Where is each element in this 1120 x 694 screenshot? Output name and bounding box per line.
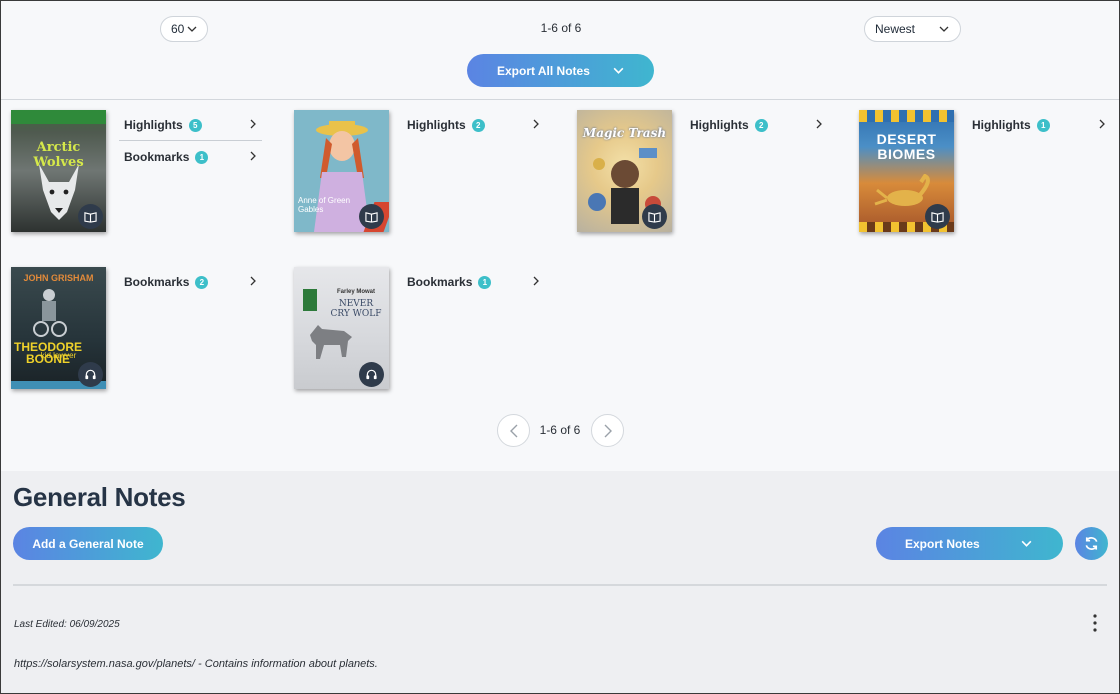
refresh-icon <box>1085 537 1098 550</box>
export-all-label: Export All Notes <box>497 63 590 78</box>
highlights-count: 5 <box>188 118 202 132</box>
highlights-count: 2 <box>471 118 485 132</box>
general-notes-title: General Notes <box>13 482 186 512</box>
add-general-note-button[interactable]: Add a General Note <box>13 527 163 560</box>
note-last-edited: Last Edited: 06/09/2025 <box>14 619 120 630</box>
highlights-label: Highlights <box>972 118 1031 132</box>
chevron-right-icon <box>250 276 256 286</box>
chevron-right-icon <box>250 151 256 161</box>
book-cover[interactable]: DESERT BIOMES <box>859 110 954 232</box>
cover-title: Magic Trash <box>582 126 667 140</box>
headphones-icon <box>359 362 384 387</box>
wolf-illustration <box>310 325 352 359</box>
bookmarks-label: Bookmarks <box>124 275 190 289</box>
book-cover[interactable]: Anne of Green Gables <box>294 110 389 232</box>
cover-title: DESERT BIOMES <box>876 131 937 162</box>
highlights-row[interactable]: Highlights 2 <box>690 112 828 138</box>
bookmarks-row[interactable]: Bookmarks 1 <box>407 269 545 295</box>
sort-value: Newest <box>875 22 916 36</box>
per-page-value: 60 <box>171 22 185 36</box>
refresh-button[interactable] <box>1075 527 1108 560</box>
divider <box>1 99 1119 100</box>
highlights-count: 1 <box>1036 118 1050 132</box>
chevron-down-icon <box>187 26 197 32</box>
chevron-down-icon <box>1021 540 1032 547</box>
cover-title: Arctic Wolves <box>33 140 84 170</box>
bookmarks-count: 1 <box>478 275 492 289</box>
chevron-left-icon <box>509 424 517 437</box>
divider <box>119 140 262 141</box>
cover-author: Farley Mowat <box>336 289 375 295</box>
cover-tagline: kid lawyer <box>40 351 77 360</box>
chevron-right-icon <box>533 276 539 286</box>
book-cover[interactable]: Farley Mowat NEVER CRY WOLF <box>294 267 389 389</box>
sort-select[interactable]: Newest <box>864 16 961 42</box>
more-vertical-icon[interactable] <box>1089 613 1101 633</box>
bookmarks-row[interactable]: Bookmarks 2 <box>124 269 262 295</box>
cover-title: Anne of Green Gables <box>298 196 351 214</box>
notes-page: 60 1-6 of 6 Newest Export All Notes Arct… <box>0 0 1120 694</box>
cover-title: NEVER CRY WOLF <box>330 299 382 319</box>
chevron-down-icon <box>939 26 949 32</box>
book-cover[interactable]: JOHN GRISHAM THEODORE BOONE kid lawyer <box>11 267 106 389</box>
add-note-label: Add a General Note <box>32 536 144 551</box>
bookmarks-count: 1 <box>195 150 209 164</box>
chevron-right-icon <box>816 119 822 129</box>
chevron-right-icon <box>604 424 612 437</box>
bookmarks-label: Bookmarks <box>407 275 473 289</box>
prev-page-button[interactable] <box>497 414 530 447</box>
open-book-icon <box>359 204 384 229</box>
highlights-row[interactable]: Highlights 5 <box>124 112 262 138</box>
export-all-notes-button[interactable]: Export All Notes <box>467 54 654 87</box>
highlights-row[interactable]: Highlights 1 <box>972 112 1102 138</box>
highlights-label: Highlights <box>407 118 466 132</box>
open-book-icon <box>925 204 950 229</box>
next-page-button[interactable] <box>591 414 624 447</box>
highlights-row[interactable]: Highlights 2 <box>407 112 545 138</box>
headphones-icon <box>78 362 103 387</box>
open-book-icon <box>78 204 103 229</box>
bookmarks-label: Bookmarks <box>124 150 190 164</box>
highlights-label: Highlights <box>690 118 749 132</box>
cover-pattern <box>859 110 954 122</box>
cover-author: JOHN GRISHAM <box>23 273 94 283</box>
cover-seal <box>303 289 317 311</box>
open-book-icon <box>642 204 667 229</box>
note-text: https://solarsystem.nasa.gov/planets/ - … <box>14 658 378 670</box>
export-notes-label: Export Notes <box>905 536 980 551</box>
chevron-right-icon <box>533 119 539 129</box>
book-cover[interactable]: Arctic Wolves <box>11 110 106 232</box>
bookmarks-row[interactable]: Bookmarks 1 <box>124 144 262 170</box>
highlights-count: 2 <box>754 118 768 132</box>
chevron-right-icon <box>250 119 256 129</box>
book-cover[interactable]: Magic Trash <box>577 110 672 232</box>
export-notes-button[interactable]: Export Notes <box>876 527 1063 560</box>
bookmarks-count: 2 <box>195 275 209 289</box>
highlights-label: Highlights <box>124 118 183 132</box>
page-indicator: 1-6 of 6 <box>539 423 581 437</box>
divider <box>13 584 1107 586</box>
figure-illustration <box>33 289 67 337</box>
per-page-select[interactable]: 60 <box>160 16 208 42</box>
results-count: 1-6 of 6 <box>540 21 582 35</box>
chevron-right-icon <box>1099 119 1105 129</box>
chevron-down-icon <box>613 67 624 74</box>
